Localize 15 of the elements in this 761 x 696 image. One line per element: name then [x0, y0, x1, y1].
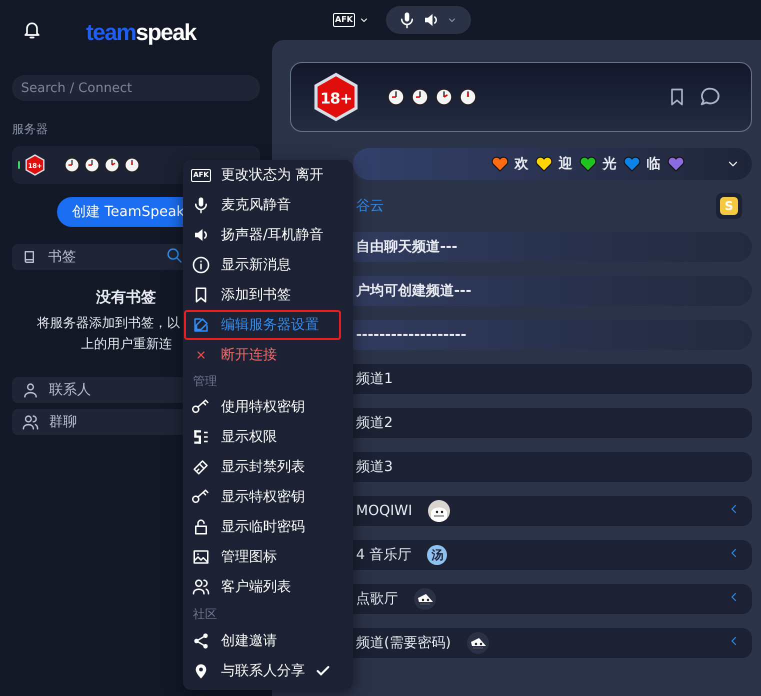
- empty-title: 没有书签: [96, 288, 156, 307]
- banner-text: 光: [602, 155, 616, 173]
- empty-description: 上的用户重新连: [81, 336, 173, 354]
- logo: teamspeak: [86, 18, 196, 46]
- menu-section-label: 社区: [192, 606, 218, 622]
- banner-text: 迎: [558, 155, 572, 173]
- banner-text: 欢: [514, 155, 528, 173]
- banner-text: 临: [646, 155, 660, 173]
- section-title: 联系人: [49, 381, 91, 399]
- server-badge: S: [716, 193, 742, 219]
- avatar-badge: 汤: [427, 545, 448, 565]
- section-label: 服务器: [12, 121, 49, 138]
- bookmarks-title: 书签: [48, 248, 76, 266]
- section-title: 群聊: [49, 413, 77, 431]
- empty-description: 将服务器添加到书签，以: [37, 315, 180, 333]
